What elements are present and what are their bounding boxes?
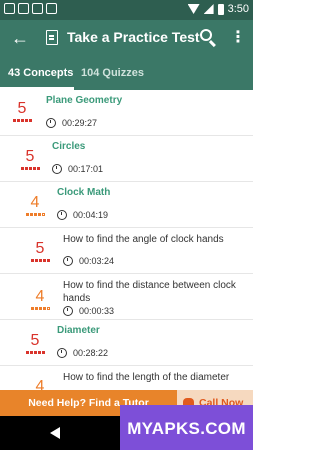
- signal-icon: [203, 4, 214, 14]
- score-badge: 4: [23, 194, 47, 216]
- score-value: 4: [30, 194, 40, 211]
- score-value: 5: [25, 148, 35, 165]
- clock-icon: [46, 118, 56, 128]
- document-icon: [46, 30, 58, 45]
- list-item[interactable]: 5 How to find the angle of clock hands 0…: [0, 228, 253, 274]
- battery-icon: [217, 3, 224, 15]
- concept-title: Diameter: [57, 325, 100, 336]
- score-badge: 5: [18, 148, 42, 170]
- notification-icons: [4, 3, 57, 14]
- notification-icon: [46, 3, 57, 14]
- time-spent: 00:17:01: [68, 164, 104, 174]
- question-title: How to find the length of the diameter: [63, 372, 230, 383]
- nav-back-icon[interactable]: [50, 427, 60, 439]
- concept-title: Clock Math: [57, 187, 111, 198]
- page-title: Take a Practice Test: [67, 29, 200, 45]
- notification-icon: [18, 3, 29, 14]
- tab-concepts[interactable]: 43 Concepts: [8, 56, 73, 90]
- score-badge: 5: [10, 100, 34, 122]
- score-badge: 5: [28, 240, 52, 262]
- time-spent: 00:29:27: [62, 118, 98, 128]
- clock-icon: [63, 256, 73, 266]
- concept-list: 5 Plane Geometry 00:29:27 5 Circles 00:1…: [0, 90, 253, 390]
- score-badge: 4: [28, 378, 52, 390]
- question-title: How to find the distance between clock h…: [63, 280, 236, 304]
- tab-quizzes[interactable]: 104 Quizzes: [81, 56, 144, 90]
- concept-title: Circles: [52, 141, 86, 152]
- list-item[interactable]: 4 Clock Math 00:04:19: [0, 182, 253, 228]
- score-bar: [28, 307, 52, 310]
- list-item[interactable]: 5 Diameter 00:28:22: [0, 320, 253, 366]
- score-bar: [18, 167, 42, 170]
- score-badge: 5: [23, 332, 47, 354]
- list-item[interactable]: 4 How to find the length of the diameter: [0, 366, 253, 390]
- score-value: 5: [30, 332, 40, 349]
- list-item[interactable]: 4 How to find the distance between clock…: [0, 274, 253, 320]
- wifi-icon: [187, 4, 200, 14]
- concept-title: Plane Geometry: [46, 95, 123, 106]
- clock-icon: [63, 306, 73, 316]
- score-value: 5: [17, 100, 27, 117]
- tab-bar: 43 Concepts 104 Quizzes: [0, 56, 253, 90]
- arrow-back-icon: ←: [11, 28, 29, 48]
- search-button[interactable]: [198, 27, 220, 49]
- score-badge: 4: [28, 288, 52, 310]
- list-item[interactable]: 5 Plane Geometry 00:29:27: [0, 90, 253, 136]
- score-bar: [10, 119, 34, 122]
- score-value: 4: [35, 288, 45, 305]
- clock-icon: [57, 210, 67, 220]
- notification-icon: [4, 3, 15, 14]
- score-bar: [28, 259, 52, 262]
- time-spent: 00:00:33: [79, 306, 115, 316]
- time-spent: 00:28:22: [73, 348, 109, 358]
- list-item[interactable]: 5 Circles 00:17:01: [0, 136, 253, 182]
- score-bar: [23, 351, 47, 354]
- status-bar: 3:50: [0, 0, 253, 20]
- clock-icon: [57, 348, 67, 358]
- more-vert-icon[interactable]: ⋮: [230, 28, 246, 48]
- notification-icon: [32, 3, 43, 14]
- time-spent: 00:03:24: [79, 256, 115, 266]
- back-button[interactable]: ←: [8, 26, 32, 50]
- score-bar: [23, 213, 47, 216]
- status-time: 3:50: [227, 3, 249, 15]
- score-value: 4: [35, 378, 45, 390]
- time-spent: 00:04:19: [73, 210, 109, 220]
- score-value: 5: [35, 240, 45, 257]
- question-title: How to find the angle of clock hands: [63, 234, 224, 245]
- app-bar: ← Take a Practice Test ⋮: [0, 20, 253, 56]
- watermark: MYAPKS.COM: [120, 405, 253, 450]
- clock-icon: [52, 164, 62, 174]
